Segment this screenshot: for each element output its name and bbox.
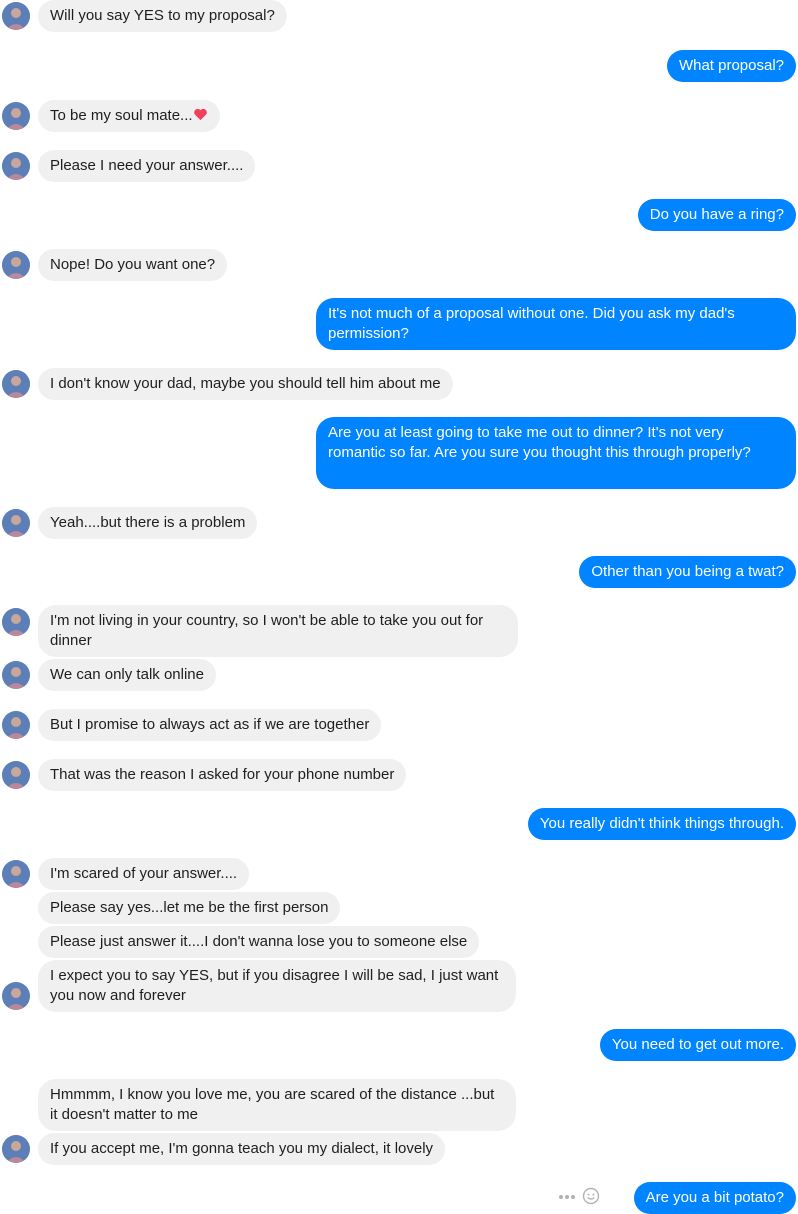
incoming-message[interactable]: Will you say YES to my proposal? bbox=[38, 0, 287, 32]
avatar[interactable] bbox=[2, 661, 30, 689]
avatar[interactable] bbox=[2, 608, 30, 636]
message-text: To be my soul mate... bbox=[50, 107, 193, 124]
emoji-reaction-icon[interactable] bbox=[582, 1187, 600, 1209]
avatar[interactable] bbox=[2, 102, 30, 130]
incoming-message[interactable]: Hmmmm, I know you love me, you are scare… bbox=[38, 1079, 516, 1131]
avatar[interactable] bbox=[2, 152, 30, 180]
outgoing-message[interactable]: You need to get out more. bbox=[599, 1029, 796, 1061]
outgoing-message[interactable]: You really didn't think things through. bbox=[527, 808, 796, 840]
avatar[interactable] bbox=[2, 982, 30, 1010]
incoming-message[interactable]: We can only talk online bbox=[38, 659, 216, 691]
incoming-message[interactable]: I'm scared of your answer.... bbox=[38, 858, 250, 890]
more-options-icon[interactable] bbox=[558, 1189, 576, 1209]
avatar[interactable] bbox=[2, 370, 30, 398]
incoming-message[interactable]: Please just answer it....I don't wanna l… bbox=[38, 926, 480, 958]
incoming-message[interactable]: That was the reason I asked for your pho… bbox=[38, 759, 407, 791]
incoming-message[interactable]: I'm not living in your country, so I won… bbox=[38, 605, 518, 657]
avatar[interactable] bbox=[2, 251, 30, 279]
incoming-message[interactable]: But I promise to always act as if we are… bbox=[38, 709, 382, 741]
outgoing-message[interactable]: Other than you being a twat? bbox=[579, 556, 796, 588]
heart-icon bbox=[193, 107, 208, 128]
incoming-message[interactable]: I expect you to say YES, but if you disa… bbox=[38, 960, 516, 1012]
avatar[interactable] bbox=[2, 711, 30, 739]
incoming-message[interactable]: Nope! Do you want one? bbox=[38, 249, 228, 281]
incoming-message[interactable]: If you accept me, I'm gonna teach you my… bbox=[38, 1133, 446, 1165]
avatar[interactable] bbox=[2, 860, 30, 888]
incoming-message[interactable]: Please I need your answer.... bbox=[38, 150, 256, 182]
outgoing-message[interactable]: Are you at least going to take me out to… bbox=[316, 417, 796, 489]
chat-thread: Will you say YES to my proposal? What pr… bbox=[0, 0, 798, 1214]
avatar[interactable] bbox=[2, 509, 30, 537]
avatar[interactable] bbox=[2, 1135, 30, 1163]
incoming-message[interactable]: Please say yes...let me be the first per… bbox=[38, 892, 341, 924]
outgoing-message[interactable]: Do you have a ring? bbox=[637, 199, 796, 231]
message-actions bbox=[558, 1185, 608, 1209]
outgoing-message[interactable]: It's not much of a proposal without one.… bbox=[316, 298, 796, 350]
incoming-message[interactable]: To be my soul mate... bbox=[38, 100, 220, 132]
outgoing-message[interactable]: What proposal? bbox=[666, 50, 796, 82]
avatar[interactable] bbox=[2, 761, 30, 789]
avatar[interactable] bbox=[2, 2, 30, 30]
incoming-message[interactable]: I don't know your dad, maybe you should … bbox=[38, 368, 453, 400]
outgoing-message[interactable]: Are you a bit potato? bbox=[633, 1182, 796, 1214]
incoming-message[interactable]: Yeah....but there is a problem bbox=[38, 507, 258, 539]
